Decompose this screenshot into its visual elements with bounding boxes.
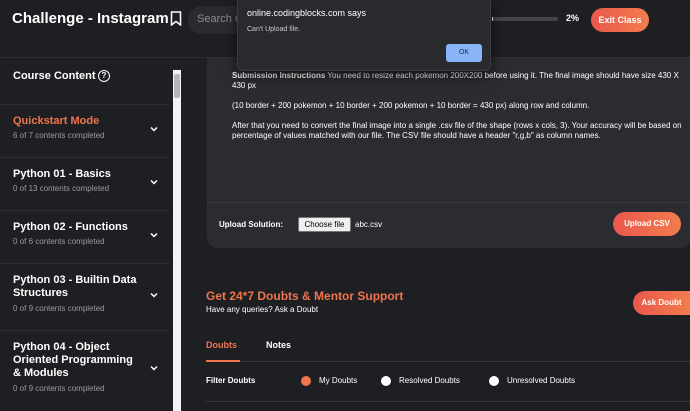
module-progress: 0 of 13 contents completed <box>13 184 110 193</box>
module-progress: 6 of 7 contents completed <box>13 131 105 140</box>
module-name: Python 01 - Basics <box>13 168 111 180</box>
upload-solution-label: Upload Solution: <box>219 220 283 229</box>
upload-csv-button[interactable]: Upload CSV <box>613 212 681 236</box>
sidebar-item-python-03[interactable]: Python 03 - Builtin Data Structures 0 of… <box>0 263 170 330</box>
submission-instructions: Submission Instructions You need to resi… <box>232 71 682 151</box>
module-progress: 0 of 9 contents completed <box>13 384 105 393</box>
bookmark-icon[interactable] <box>170 11 182 26</box>
module-name: Python 03 - Builtin Data Structures <box>13 274 137 299</box>
filter-doubts-label: Filter Doubts <box>206 376 256 385</box>
radio-my-doubts[interactable] <box>301 376 311 386</box>
exit-class-button[interactable]: Exit Class <box>591 8 649 32</box>
course-content-title: Course Content <box>13 70 96 82</box>
sidebar-scrollbar-thumb[interactable] <box>174 74 180 98</box>
instructions-heading: Submission Instructions <box>232 71 326 80</box>
chevron-down-icon[interactable] <box>150 178 158 186</box>
alert-dialog: online.codingblocks.com says Can't Uploa… <box>237 0 491 71</box>
tabs-divider <box>206 361 690 362</box>
radio-label-my-doubts[interactable]: My Doubts <box>319 376 357 385</box>
filter-divider <box>206 401 690 402</box>
course-progress-bar <box>492 17 558 21</box>
module-name: Python 04 - Object Oriented Programming … <box>13 341 133 379</box>
search-placeholder: Search C <box>197 13 243 25</box>
course-progress-fill <box>492 17 494 21</box>
course-sidebar: Course Content ? Quickstart Mode 6 of 7 … <box>0 58 183 411</box>
radio-label-resolved-doubts[interactable]: Resolved Doubts <box>399 376 460 385</box>
chevron-down-icon[interactable] <box>150 231 158 239</box>
instructions-paragraph-1: Submission Instructions You need to resi… <box>232 71 682 91</box>
radio-label-unresolved-doubts[interactable]: Unresolved Doubts <box>507 376 575 385</box>
page-title: Challenge - Instagram <box>12 10 169 27</box>
dialog-ok-button[interactable]: OK <box>446 44 482 62</box>
tab-notes[interactable]: Notes <box>266 340 291 350</box>
chevron-down-icon[interactable] <box>150 125 158 133</box>
module-name: Quickstart Mode <box>13 115 100 127</box>
doubts-subtitle: Have any queries? Ask a Doubt <box>206 305 319 314</box>
selected-file-name: abc.csv <box>355 220 383 229</box>
tab-doubts[interactable]: Doubts <box>206 340 237 350</box>
course-progress-percent: 2% <box>566 13 580 23</box>
module-name: Python 02 - Functions <box>13 221 128 233</box>
doubts-heading: Get 24*7 Doubts & Mentor Support <box>206 289 404 303</box>
sidebar-item-python-02[interactable]: Python 02 - Functions 0 of 6 contents co… <box>0 210 170 263</box>
module-progress: 0 of 6 contents completed <box>13 237 105 246</box>
dialog-message: Can't Upload file. <box>247 26 301 33</box>
sidebar-scrollbar[interactable] <box>173 70 181 411</box>
sidebar-item-python-04[interactable]: Python 04 - Object Oriented Programming … <box>0 330 170 411</box>
sidebar-item-quickstart-mode[interactable]: Quickstart Mode 6 of 7 contents complete… <box>0 104 170 157</box>
help-circle-icon[interactable]: ? <box>98 70 110 82</box>
radio-resolved-doubts[interactable] <box>381 376 391 386</box>
module-progress: 0 of 9 contents completed <box>13 304 105 313</box>
radio-unresolved-doubts[interactable] <box>489 376 499 386</box>
choose-file-button[interactable]: Choose file <box>298 217 351 232</box>
sidebar-item-python-01[interactable]: Python 01 - Basics 0 of 13 contents comp… <box>0 157 170 210</box>
dialog-title: online.codingblocks.com says <box>247 8 367 18</box>
chevron-down-icon[interactable] <box>150 364 158 372</box>
instructions-paragraph-2: (10 border + 200 pokemon + 10 border + 2… <box>232 101 590 110</box>
ask-doubt-button[interactable]: Ask Doubt <box>633 291 690 315</box>
chevron-down-icon[interactable] <box>150 291 158 299</box>
instructions-paragraph-3: After that you need to convert the final… <box>232 121 682 140</box>
active-tab-indicator <box>206 360 240 362</box>
